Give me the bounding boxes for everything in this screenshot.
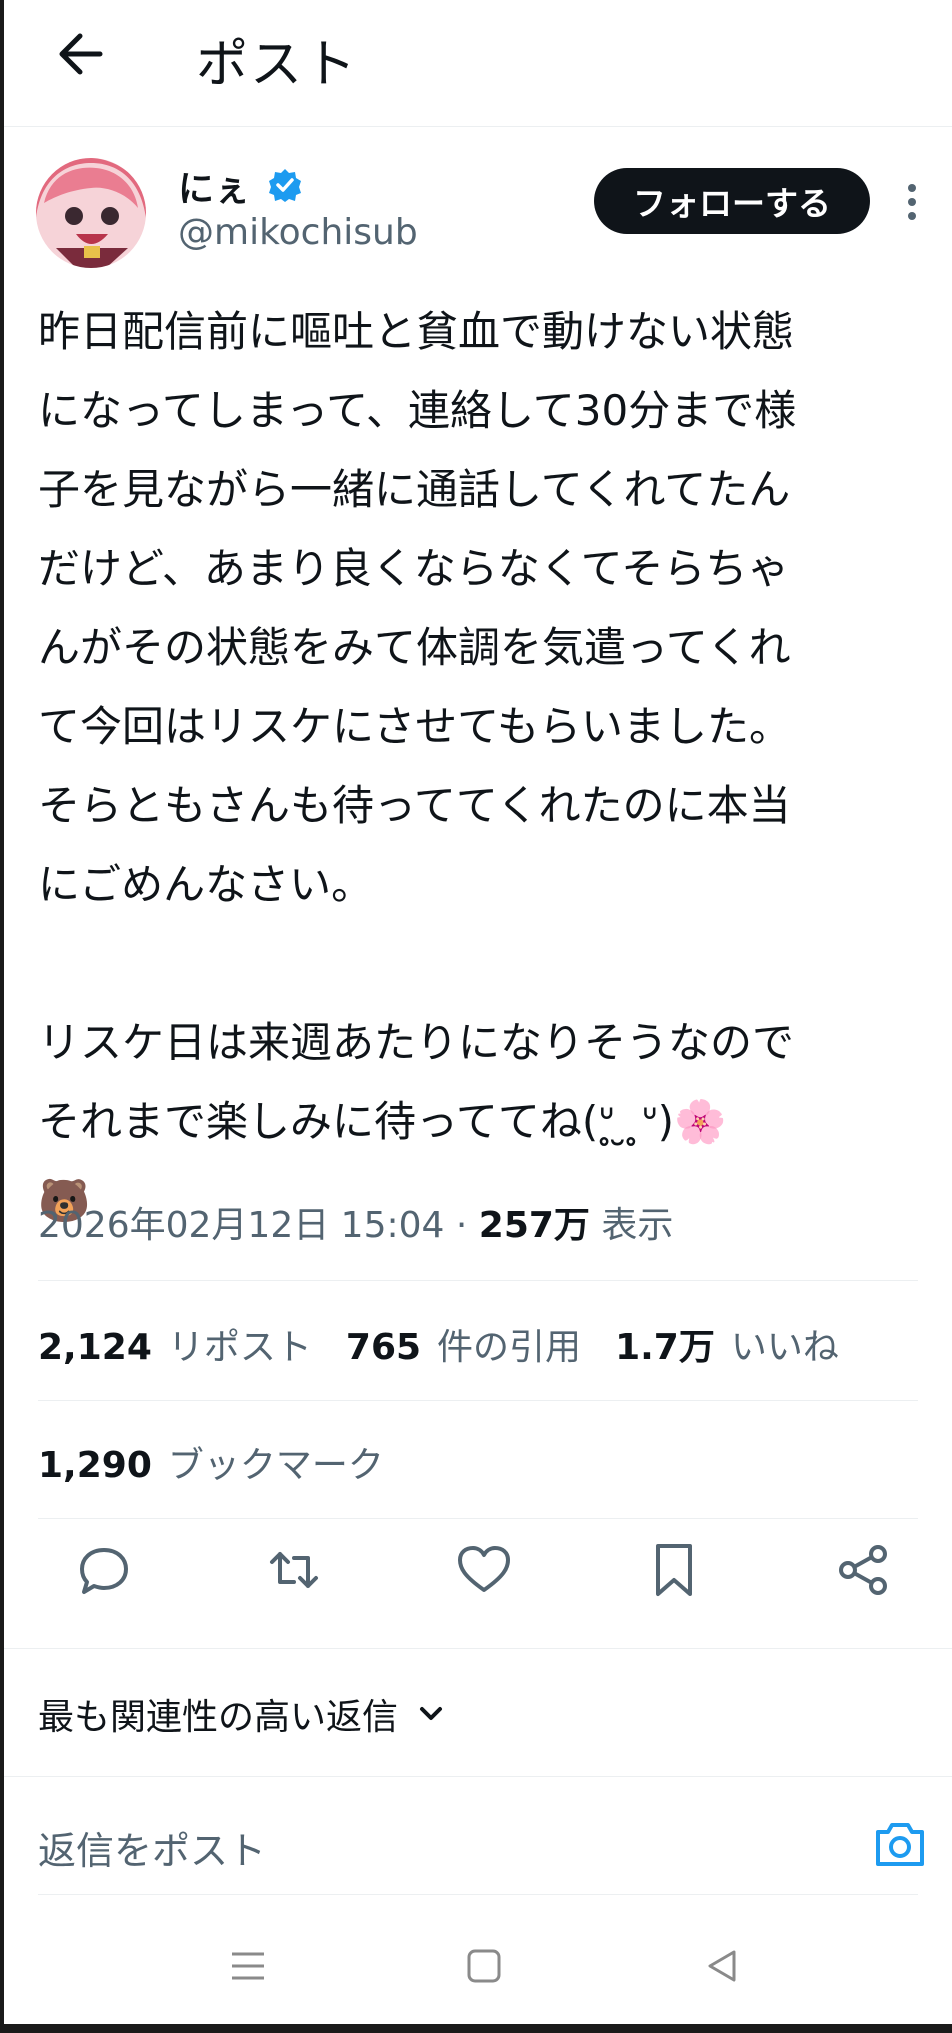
share-icon[interactable]: [834, 1540, 894, 1600]
divider: [4, 1776, 952, 1777]
divider: [38, 1280, 918, 1281]
divider: [38, 1518, 918, 1519]
page-title: ポスト: [196, 35, 359, 95]
top-bar: ポスト: [4, 0, 952, 127]
screen: ポスト にぇ @mikochisub フォローする 昨日配信前に嘔吐と貧血で動け…: [4, 0, 952, 2024]
author-handle[interactable]: @mikochisub: [178, 212, 418, 253]
bookmarks-stat[interactable]: 1,290 ブックマーク: [38, 1436, 384, 1488]
nav-back-icon[interactable]: [700, 1944, 744, 1988]
chevron-down-icon: [420, 1707, 443, 1720]
post-meta: 2026年02月12日 15:04 · 257万 表示: [38, 1196, 673, 1248]
camera-icon[interactable]: [872, 1816, 928, 1872]
reply-sort-selector[interactable]: 最も関連性の高い返信: [38, 1688, 446, 1740]
follow-button[interactable]: フォローする: [594, 168, 870, 234]
action-bar: [38, 1540, 918, 1620]
divider: [4, 1648, 952, 1649]
reply-input[interactable]: 返信をポスト: [38, 1820, 266, 1875]
divider: [38, 1400, 918, 1401]
view-count: 257万: [478, 1205, 590, 1246]
likes-stat[interactable]: 1.7万 いいね: [615, 1318, 839, 1370]
engagement-stats: 2,124 リポスト 765 件の引用 1.7万 いいね: [38, 1318, 873, 1370]
system-nav-bar: [4, 1900, 952, 2024]
verified-badge-icon: [269, 169, 301, 202]
like-icon[interactable]: [454, 1540, 514, 1600]
reposts-stat[interactable]: 2,124 リポスト: [38, 1318, 312, 1370]
reply-icon[interactable]: [74, 1540, 134, 1600]
back-arrow-icon[interactable]: [52, 26, 112, 82]
post-text: 昨日配信前に嘔吐と貧血で動けない状態 になってしまって、連絡して30分まで様 子…: [38, 307, 797, 1225]
repost-icon[interactable]: [264, 1540, 324, 1600]
quotes-stat[interactable]: 765 件の引用: [346, 1318, 581, 1370]
reply-sort-label: 最も関連性の高い返信: [38, 1697, 399, 1738]
recent-apps-icon[interactable]: [226, 1944, 270, 1988]
more-icon[interactable]: [900, 180, 924, 224]
avatar[interactable]: [36, 158, 146, 268]
author-name[interactable]: にぇ: [178, 160, 250, 212]
avatar-image: [36, 158, 146, 268]
bookmark-icon[interactable]: [644, 1540, 704, 1600]
home-icon[interactable]: [462, 1944, 506, 1988]
divider: [38, 1894, 918, 1895]
post-timestamp[interactable]: 2026年02月12日 15:04 ·: [38, 1205, 479, 1246]
view-label: 表示: [589, 1205, 674, 1246]
